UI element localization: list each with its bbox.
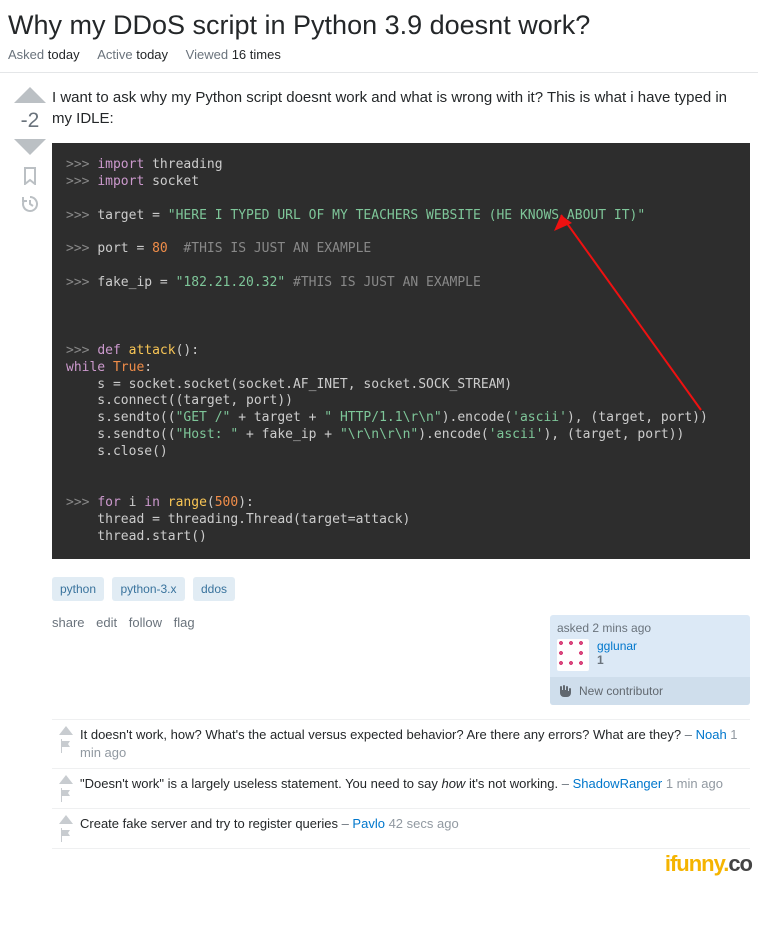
meta-viewed-label: Viewed bbox=[186, 47, 228, 62]
comments-section: It doesn't work, how? What's the actual … bbox=[52, 719, 750, 848]
comment-upvote-button[interactable] bbox=[59, 815, 73, 824]
watermark: ifunny.co bbox=[665, 851, 752, 877]
upvote-button[interactable] bbox=[14, 87, 46, 103]
edit-link[interactable]: edit bbox=[96, 615, 117, 630]
page-title: Why my DDoS script in Python 3.9 doesnt … bbox=[0, 0, 758, 47]
meta-active-label: Active bbox=[97, 47, 132, 62]
meta-asked-value: today bbox=[48, 47, 80, 62]
vote-column: -2 bbox=[8, 87, 52, 849]
flag-link[interactable]: flag bbox=[174, 615, 195, 630]
comment-flag-icon[interactable] bbox=[60, 828, 72, 842]
tags: python python-3.x ddos bbox=[52, 577, 750, 601]
asked-time: asked 2 mins ago bbox=[557, 621, 743, 635]
share-link[interactable]: share bbox=[52, 615, 85, 630]
comment-upvote-button[interactable] bbox=[59, 775, 73, 784]
comment-upvote-button[interactable] bbox=[59, 726, 73, 735]
user-reputation: 1 bbox=[597, 653, 637, 667]
comment-user-link[interactable]: ShadowRanger bbox=[573, 776, 663, 791]
history-icon[interactable] bbox=[21, 195, 39, 213]
hand-icon bbox=[557, 683, 573, 699]
comment-row: "Doesn't work" is a largely useless stat… bbox=[52, 769, 750, 809]
tag-ddos[interactable]: ddos bbox=[193, 577, 235, 601]
comment-text: "Doesn't work" is a largely useless stat… bbox=[80, 776, 441, 791]
user-name-link[interactable]: gglunar bbox=[597, 639, 637, 653]
comment-text: It doesn't work, how? What's the actual … bbox=[80, 727, 681, 742]
comment-text: Create fake server and try to register q… bbox=[80, 816, 338, 831]
comment-time: 42 secs ago bbox=[385, 816, 459, 831]
bookmark-icon[interactable] bbox=[21, 167, 39, 185]
comment-row: Create fake server and try to register q… bbox=[52, 809, 750, 849]
follow-link[interactable]: follow bbox=[129, 615, 162, 630]
comment-time: 1 min ago bbox=[662, 776, 723, 791]
comment-user-link[interactable]: Noah bbox=[696, 727, 727, 742]
question-text: I want to ask why my Python script doesn… bbox=[52, 87, 750, 129]
comment-row: It doesn't work, how? What's the actual … bbox=[52, 720, 750, 768]
new-contributor-badge: New contributor bbox=[550, 677, 750, 705]
code-block: >>> import threading >>> import socket >… bbox=[52, 143, 750, 559]
downvote-button[interactable] bbox=[14, 139, 46, 155]
meta-active-value: today bbox=[136, 47, 168, 62]
comment-user-link[interactable]: Pavlo bbox=[352, 816, 385, 831]
meta-asked-label: Asked bbox=[8, 47, 44, 62]
comment-flag-icon[interactable] bbox=[60, 788, 72, 802]
user-card: asked 2 mins ago gglunar 1 New contribut… bbox=[550, 615, 750, 705]
avatar[interactable] bbox=[557, 639, 589, 671]
tag-python-3x[interactable]: python-3.x bbox=[112, 577, 184, 601]
comment-flag-icon[interactable] bbox=[60, 739, 72, 753]
tag-python[interactable]: python bbox=[52, 577, 104, 601]
meta-viewed-value: 16 times bbox=[232, 47, 281, 62]
question-meta: Asked today Active today Viewed 16 times bbox=[0, 47, 758, 73]
vote-score: -2 bbox=[21, 109, 40, 133]
